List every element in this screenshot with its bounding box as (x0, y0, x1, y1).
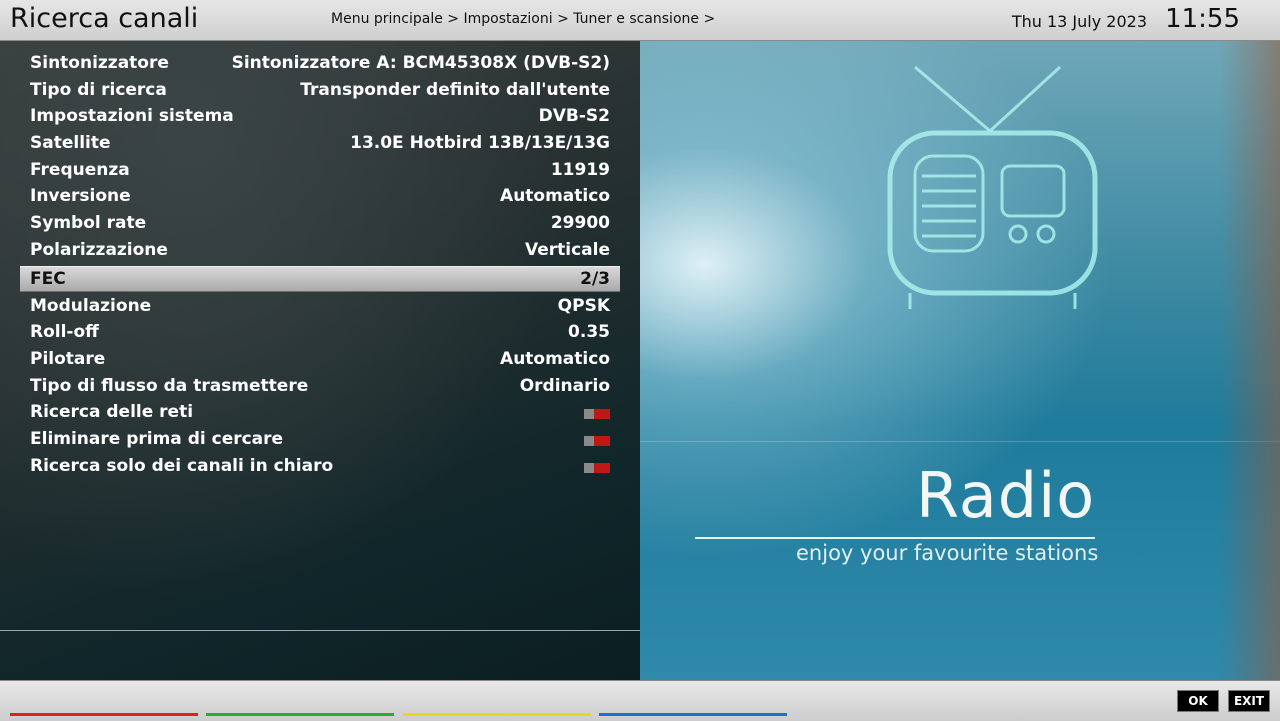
setting-row-symbol-rate[interactable]: Symbol rate 29900 (20, 211, 620, 238)
setting-value: Automatico (500, 348, 610, 369)
setting-row-satellite[interactable]: Satellite 13.0E Hotbird 13B/13E/13G (20, 131, 620, 158)
setting-row-clear-before-scan[interactable]: Eliminare prima di cercare (20, 427, 620, 454)
setting-label: Symbol rate (30, 213, 147, 234)
setting-label: Impostazioni sistema (30, 106, 234, 127)
promo-subtitle: enjoy your favourite stations (796, 541, 1099, 565)
toggle-switch[interactable] (584, 409, 610, 420)
date-display: Thu 13 July 2023 (1011, 12, 1147, 31)
settings-list: Sintonizzatore Sintonizzatore A: BCM4530… (20, 51, 620, 480)
setting-value: QPSK (557, 295, 610, 316)
setting-label: Sintonizzatore (30, 53, 169, 73)
setting-row-system[interactable]: Impostazioni sistema DVB-S2 (20, 104, 620, 131)
setting-label: Tipo di flusso da trasmettere (30, 375, 309, 396)
page-title: Ricerca canali (10, 3, 199, 34)
setting-value: 13.0E Hotbird 13B/13E/13G (350, 133, 610, 154)
breadcrumb: Menu principale > Impostazioni > Tuner e… (331, 11, 716, 27)
promo-panel: Radio enjoy your favourite stations (640, 41, 1280, 680)
setting-value: 0.35 (568, 322, 610, 343)
promo-divider (640, 441, 1280, 442)
setting-label: Satellite (30, 133, 111, 154)
setting-value: Ordinario (519, 375, 610, 396)
clock-display: 11:55 (1165, 4, 1240, 34)
ok-button[interactable]: OK (1177, 690, 1219, 712)
setting-row-scan-type[interactable]: Tipo di ricerca Transponder definito dal… (20, 78, 620, 105)
setting-row-pilot[interactable]: Pilotare Automatico (20, 347, 620, 374)
setting-value: 2/3 (580, 268, 610, 289)
setting-value: Automatico (500, 186, 610, 207)
setting-label: Frequenza (30, 159, 130, 180)
panel-divider (0, 630, 640, 631)
exit-button[interactable]: EXIT (1228, 690, 1270, 712)
setting-value: 11919 (550, 159, 610, 180)
setting-value: Sintonizzatore A: BCM45308X (DVB-S2) (231, 53, 610, 73)
toggle-switch[interactable] (584, 462, 610, 473)
setting-label: Ricerca solo dei canali in chiaro (30, 455, 334, 476)
setting-row-stream-type[interactable]: Tipo di flusso da trasmettere Ordinario (20, 374, 620, 401)
setting-label: Ricerca delle reti (30, 402, 194, 423)
promo-title: Radio (916, 459, 1096, 532)
promo-underline (695, 537, 1095, 539)
footer-bar: OK EXIT (0, 680, 1280, 721)
setting-value: 29900 (550, 213, 610, 234)
toggle-switch[interactable] (584, 435, 610, 446)
setting-row-frequency[interactable]: Frequenza 11919 (20, 158, 620, 185)
red-key-bar[interactable] (10, 713, 198, 716)
setting-label: Roll-off (30, 322, 99, 343)
setting-row-modulation[interactable]: Modulazione QPSK (20, 294, 620, 321)
setting-row-fta-only[interactable]: Ricerca solo dei canali in chiaro (20, 454, 620, 481)
setting-row-fec-selected[interactable]: FEC 2/3 (20, 265, 620, 292)
setting-row-rolloff[interactable]: Roll-off 0.35 (20, 320, 620, 347)
green-key-bar[interactable] (206, 713, 394, 716)
setting-row-tuner[interactable]: Sintonizzatore Sintonizzatore A: BCM4530… (20, 51, 620, 78)
blue-key-bar[interactable] (599, 713, 787, 716)
setting-label: FEC (30, 268, 66, 289)
setting-label: Modulazione (30, 295, 152, 316)
setting-row-network-search[interactable]: Ricerca delle reti (20, 400, 620, 427)
setting-label: Tipo di ricerca (30, 79, 167, 100)
retro-tv-icon (887, 65, 1098, 309)
setting-label: Eliminare prima di cercare (30, 428, 284, 449)
header-bar: Ricerca canali Menu principale > Imposta… (0, 0, 1280, 41)
yellow-key-bar[interactable] (403, 713, 591, 716)
setting-label: Pilotare (30, 348, 106, 369)
setting-value: Transponder definito dall'utente (300, 79, 610, 100)
promo-edge-glow (1220, 41, 1280, 680)
setting-label: Polarizzazione (30, 239, 168, 260)
setting-label: Inversione (30, 186, 131, 207)
settings-panel: Sintonizzatore Sintonizzatore A: BCM4530… (0, 41, 640, 680)
setting-row-polarization[interactable]: Polarizzazione Verticale (20, 238, 620, 265)
setting-value: DVB-S2 (538, 106, 610, 127)
setting-value: Verticale (525, 239, 610, 260)
setting-row-inversion[interactable]: Inversione Automatico (20, 184, 620, 211)
